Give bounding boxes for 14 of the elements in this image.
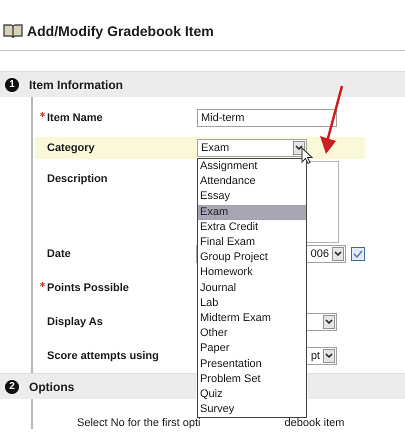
- instruction-text: Select No for the first opti: [77, 417, 200, 429]
- field-label: Score attempts using: [46, 350, 160, 362]
- field-label: Category: [46, 142, 96, 154]
- field-label: Item Name: [46, 112, 104, 124]
- instruction-text: debook item: [284, 417, 344, 429]
- field-label: Date: [46, 248, 72, 260]
- field-label: Description: [46, 172, 109, 185]
- step-number-icon: 1: [5, 78, 19, 92]
- section-title: Options: [29, 380, 74, 394]
- field-label: Points Possible: [46, 282, 130, 294]
- step-number-icon: 2: [5, 380, 19, 394]
- section-title: Item Information: [29, 78, 124, 92]
- page-title: Add/Modify Gradebook Item: [27, 23, 214, 39]
- field-label: Display As: [46, 316, 104, 328]
